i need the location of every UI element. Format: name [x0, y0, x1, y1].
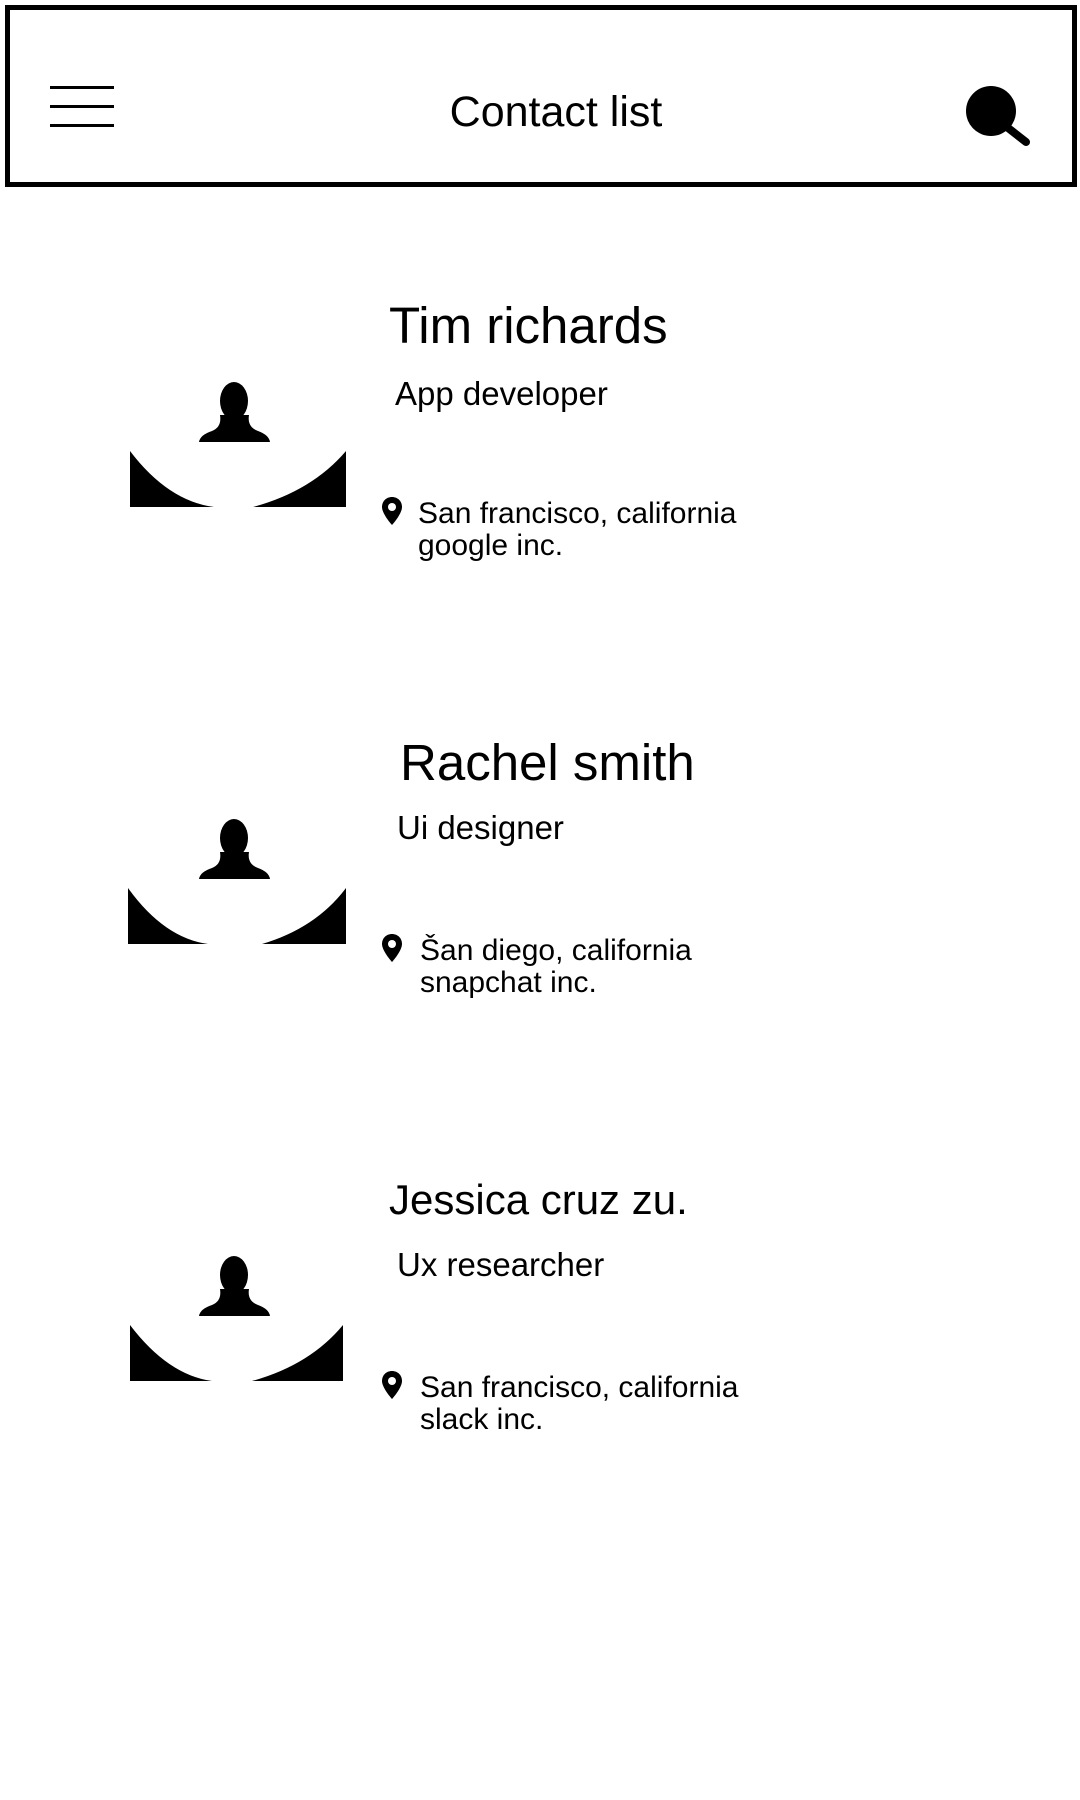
contact-name: Jessica cruz zu.	[389, 1176, 688, 1223]
contact-location: San francisco, california	[418, 497, 737, 530]
contact-card[interactable]: Tim richards App developer San francisco…	[0, 296, 1080, 596]
person-avatar-icon	[128, 379, 348, 513]
contact-location: San francisco, california	[420, 1371, 739, 1404]
contact-location: Šan diego, california	[420, 934, 692, 967]
contact-role: Ui designer	[397, 809, 564, 846]
contact-company: snapchat inc.	[420, 966, 597, 999]
contact-list: Tim richards App developer San francisco…	[0, 0, 1080, 1800]
contact-card[interactable]: Jessica cruz zu. Ux researcher San franc…	[0, 1170, 1080, 1470]
map-pin-icon	[381, 496, 403, 526]
contact-role: App developer	[395, 375, 608, 412]
contact-name: Rachel smith	[400, 734, 695, 791]
map-pin-icon	[381, 933, 403, 963]
person-avatar-icon	[128, 1253, 348, 1387]
contact-company: slack inc.	[420, 1403, 544, 1436]
contact-company: google inc.	[418, 529, 564, 562]
person-avatar-icon	[128, 816, 348, 950]
contact-card[interactable]: Rachel smith Ui designer Šan diego, cali…	[0, 733, 1080, 1033]
map-pin-icon	[381, 1370, 403, 1400]
contact-role: Ux researcher	[397, 1246, 605, 1283]
contact-name: Tim richards	[389, 297, 668, 354]
